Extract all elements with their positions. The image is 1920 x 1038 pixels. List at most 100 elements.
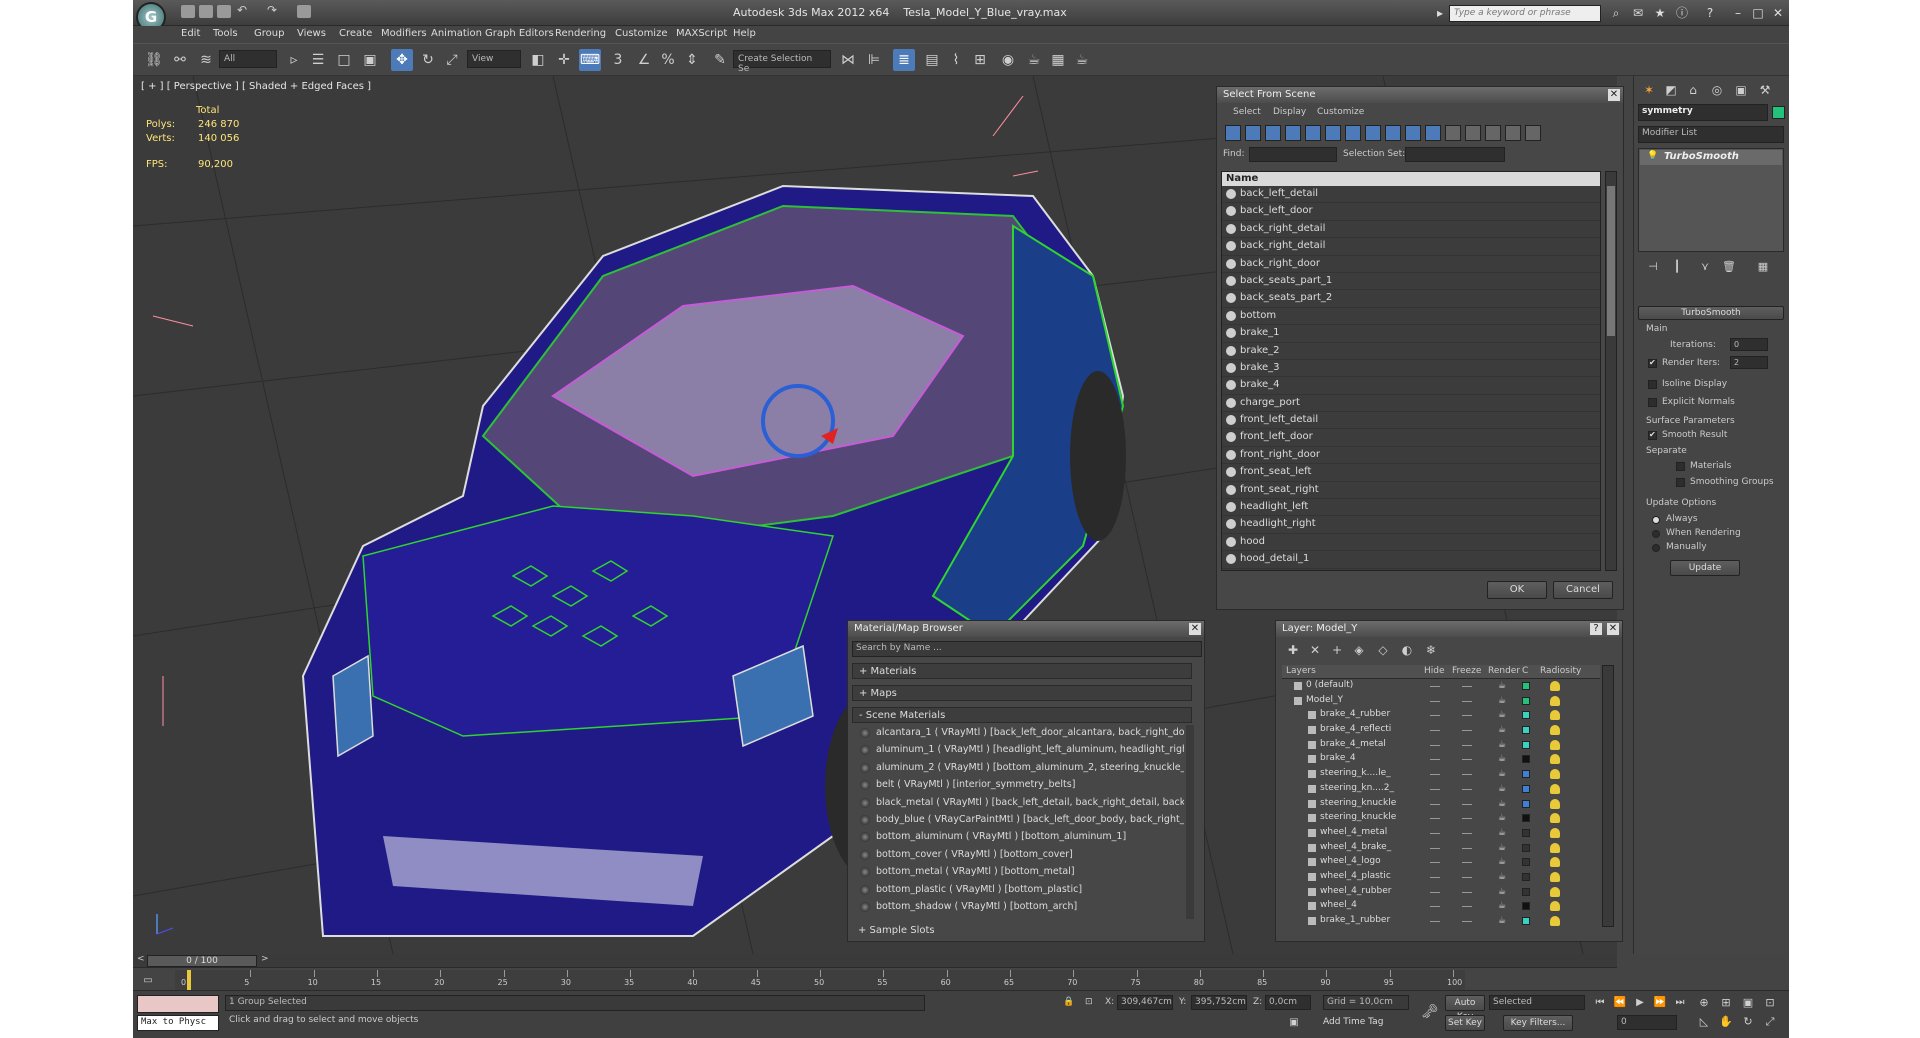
layer-row[interactable]: wheel_4_rubber ☕ <box>1282 885 1600 900</box>
render-teapot-icon[interactable]: ☕ <box>1498 872 1506 882</box>
utilities-tab-icon[interactable]: ⚒ <box>1754 79 1776 101</box>
layer-scrollbar[interactable] <box>1602 665 1614 927</box>
set-key-button[interactable]: Set Key <box>1445 1015 1485 1031</box>
menu-views[interactable]: Views <box>297 28 326 39</box>
scene-object-row[interactable]: headlight_right <box>1222 516 1600 534</box>
layer-color-swatch[interactable] <box>1522 711 1530 720</box>
menu-maxscript[interactable]: MAXScript <box>676 28 727 39</box>
scene-object-row[interactable]: front_right_door <box>1222 447 1600 465</box>
layer-toggle-dash[interactable] <box>1430 847 1440 849</box>
layer-toggle-dash[interactable] <box>1462 744 1472 746</box>
layer-toggle-dash[interactable] <box>1430 906 1440 908</box>
material-scrollbar[interactable] <box>1186 725 1194 919</box>
hierarchy-tab-icon[interactable]: ⌂ <box>1682 79 1704 101</box>
object-name-field[interactable]: symmetry <box>1638 104 1768 121</box>
smoothing-groups-checkbox[interactable] <box>1676 478 1685 487</box>
radiosity-icon[interactable] <box>1550 842 1560 853</box>
layer-color-swatch[interactable] <box>1522 696 1530 705</box>
track-bar-ruler[interactable]: 0 5 10 15 20 25 30 35 40 45 50 55 60 65 70 75 80 85 90 95 10… <box>175 970 1465 990</box>
select-and-link-icon[interactable]: ⛓ <box>143 49 165 71</box>
close-icon[interactable]: ✕ <box>1608 89 1620 101</box>
update-button[interactable]: Update <box>1670 560 1740 576</box>
time-slider-handle[interactable]: 0 / 100 <box>147 955 257 967</box>
layer-row[interactable]: steering_knuckle ☕ <box>1282 811 1600 826</box>
layer-toggle-dash[interactable] <box>1462 862 1472 864</box>
layer-toggle-dash[interactable] <box>1430 818 1440 820</box>
materials-group[interactable]: + Materials <box>852 663 1192 679</box>
select-by-name-icon[interactable]: ☰ <box>307 49 329 71</box>
add-to-layer-icon[interactable]: + <box>1326 639 1348 661</box>
maximize-icon[interactable]: □ <box>1751 6 1765 20</box>
layer-row[interactable]: steering_knuckle ☕ <box>1282 797 1600 812</box>
scene-materials-group[interactable]: - Scene Materials <box>852 707 1192 723</box>
material-row[interactable]: bottom_metal ( VRayMtl ) [bottom_metal] <box>858 864 1184 881</box>
communication-center-icon[interactable]: ✉ <box>1631 6 1645 20</box>
remove-modifier-icon[interactable]: 🗑 <box>1718 256 1740 278</box>
previous-frame-icon[interactable]: ⏪ <box>1609 994 1631 1012</box>
info-icon[interactable]: ⓘ <box>1675 6 1689 20</box>
iterations-spinner[interactable]: 0 <box>1730 338 1768 351</box>
filter-icon[interactable] <box>1425 125 1441 141</box>
radiosity-icon[interactable] <box>1550 901 1560 912</box>
scene-object-row[interactable]: headlight_left <box>1222 499 1600 517</box>
track-bar-toggle-icon[interactable]: ▭ <box>137 970 159 992</box>
layer-toggle-dash[interactable] <box>1462 700 1472 702</box>
material-editor-icon[interactable]: ◉ <box>997 49 1019 71</box>
z-coordinate-field[interactable]: 0,0cm <box>1265 995 1311 1010</box>
radiosity-icon[interactable] <box>1550 695 1560 706</box>
schematic-view-icon[interactable]: ⊞ <box>969 49 991 71</box>
name-column-header[interactable]: Name <box>1222 172 1600 186</box>
layer-toggle-dash[interactable] <box>1462 876 1472 878</box>
layer-toggle-dash[interactable] <box>1462 891 1472 893</box>
scene-object-row[interactable]: front_left_detail <box>1222 412 1600 430</box>
layer-color-swatch[interactable] <box>1522 887 1530 896</box>
tab-display[interactable]: Display <box>1273 107 1306 117</box>
render-teapot-icon[interactable]: ☕ <box>1498 843 1506 853</box>
layer-color-swatch[interactable] <box>1522 917 1530 925</box>
col-layers[interactable]: Layers <box>1286 666 1316 676</box>
scene-object-row[interactable]: back_left_door <box>1222 203 1600 221</box>
scene-object-row[interactable]: back_right_door <box>1222 256 1600 273</box>
render-teapot-icon[interactable]: ☕ <box>1498 784 1506 794</box>
layer-color-swatch[interactable] <box>1522 872 1530 881</box>
radiosity-icon[interactable] <box>1550 813 1560 824</box>
render-teapot-icon[interactable]: ☕ <box>1498 799 1506 809</box>
named-selection-set-dropdown[interactable]: Create Selection Se <box>733 50 831 74</box>
find-input[interactable] <box>1249 147 1337 162</box>
bind-space-warp-icon[interactable]: ≋ <box>195 49 217 71</box>
scene-object-row[interactable]: brake_4 <box>1222 377 1600 395</box>
object-color-swatch[interactable] <box>1772 106 1785 119</box>
highlight-layer-icon[interactable]: ◇ <box>1372 639 1394 661</box>
save-file-icon[interactable] <box>217 5 231 18</box>
layer-row[interactable]: wheel_4 ☕ <box>1282 899 1600 914</box>
scene-object-row[interactable]: charge_port <box>1222 395 1600 413</box>
cancel-button[interactable]: Cancel <box>1553 581 1613 599</box>
align-icon[interactable]: ⊫ <box>863 49 885 71</box>
hide-all-icon[interactable]: ◐ <box>1396 639 1418 661</box>
curve-editor-icon[interactable]: ⌇ <box>945 49 967 71</box>
time-slider-next-icon[interactable]: > <box>261 954 269 964</box>
scene-object-row[interactable]: brake_3 <box>1222 360 1600 378</box>
orbit-icon[interactable]: ↻ <box>1737 1013 1759 1031</box>
menu-group[interactable]: Group <box>254 28 284 39</box>
filter-icon[interactable] <box>1305 125 1321 141</box>
layer-color-swatch[interactable] <box>1522 814 1530 823</box>
select-object-icon[interactable]: ▹ <box>283 49 305 71</box>
render-iters-checkbox[interactable] <box>1648 358 1657 368</box>
scene-object-row[interactable]: back_seats_part_1 <box>1222 273 1600 291</box>
when-rendering-radio[interactable] <box>1652 530 1660 538</box>
new-file-icon[interactable] <box>181 5 195 18</box>
reference-coordinate-dropdown[interactable]: View <box>467 50 521 68</box>
unlink-icon[interactable]: ⚯ <box>169 49 191 71</box>
material-row[interactable]: bottom_shadow ( VRayMtl ) [bottom_arch] <box>858 899 1184 916</box>
menu-edit[interactable]: Edit <box>181 28 200 39</box>
add-time-tag-button[interactable]: Add Time Tag <box>1323 1017 1403 1033</box>
render-teapot-icon[interactable]: ☕ <box>1498 769 1506 779</box>
zoom-extents-icon[interactable]: ▣ <box>1737 994 1759 1012</box>
motion-tab-icon[interactable]: ◎ <box>1706 79 1728 101</box>
scene-object-row[interactable]: brake_1 <box>1222 325 1600 343</box>
radiosity-icon[interactable] <box>1550 769 1560 780</box>
freeze-all-icon[interactable]: ❄ <box>1420 639 1442 661</box>
display-tab-icon[interactable]: ▣ <box>1730 79 1752 101</box>
tab-select[interactable]: Select <box>1233 107 1261 117</box>
